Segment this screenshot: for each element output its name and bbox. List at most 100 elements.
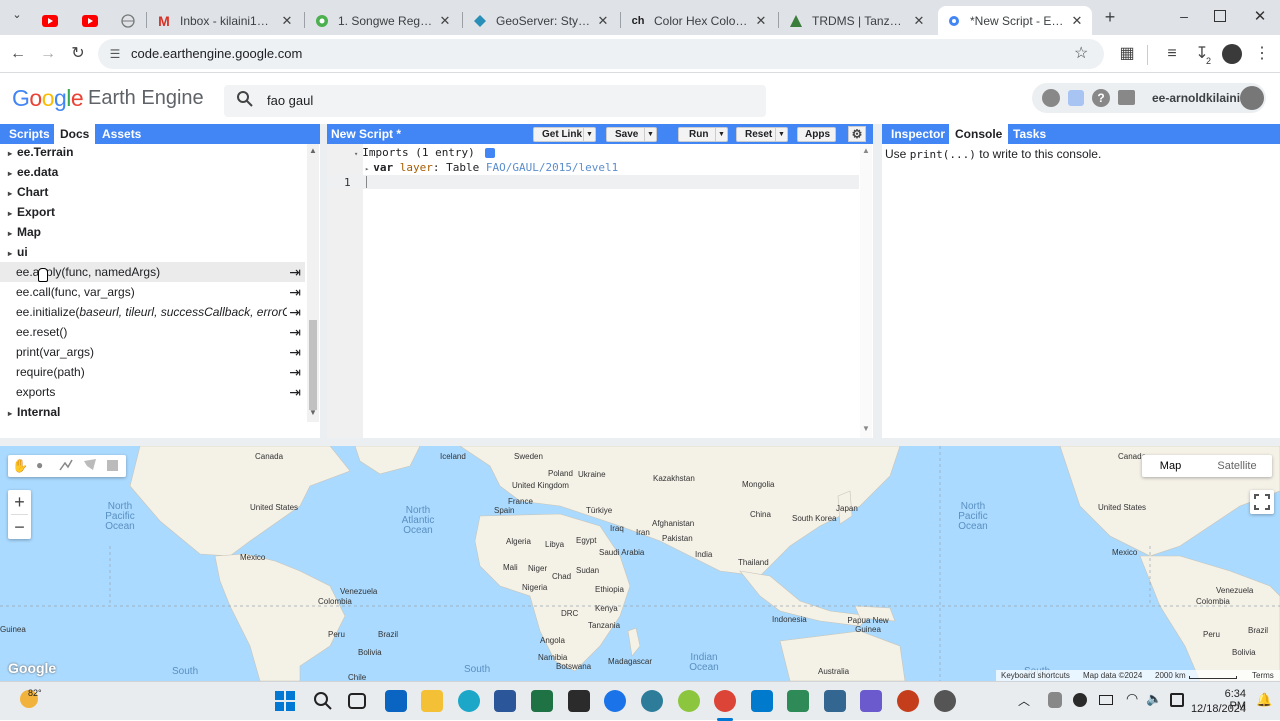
snipping-icon[interactable] [860, 690, 882, 712]
search-box[interactable]: fao gaul [224, 85, 766, 117]
database-icon[interactable] [824, 690, 846, 712]
vscode-icon[interactable] [751, 690, 773, 712]
close-tab-icon[interactable]: ✕ [438, 13, 452, 29]
docs-group[interactable]: ▸ Internal [8, 402, 60, 422]
power-icon[interactable] [1170, 693, 1184, 707]
green-app-icon[interactable] [787, 690, 809, 712]
close-tab-icon[interactable]: ✕ [596, 13, 610, 29]
windows-start-icon[interactable] [274, 690, 296, 712]
code-editor[interactable]: ▾ Imports (1 entry) ▸ var layer: Table FAO… [327, 144, 873, 438]
map-view[interactable]: Canada United States Mexico Venezuela Co… [0, 446, 1280, 681]
tab-docs[interactable]: Docs [54, 124, 96, 144]
docs-scrollbar[interactable]: ▲ ▼ [307, 144, 319, 422]
docs-function[interactable]: ee.initialize(baseurl, tileurl, successC… [0, 302, 305, 322]
dropdown-arrow-icon[interactable]: ▼ [583, 128, 595, 141]
insert-arrow-icon[interactable]: ⇥ [289, 362, 301, 382]
terms-link[interactable]: Terms [1252, 670, 1274, 681]
tab-scripts[interactable]: Scripts [3, 124, 56, 144]
get-link-button[interactable]: Get Link ▼ [533, 127, 596, 142]
docs-group[interactable]: ▸ ee.Terrain [8, 144, 73, 162]
map-type-satellite-button[interactable]: Satellite [1204, 455, 1270, 477]
add-marker-icon[interactable]: ● [36, 458, 43, 472]
imports-table-icon[interactable] [485, 148, 496, 158]
save-button[interactable]: Save ▼ [606, 127, 657, 142]
zoom-out-button[interactable]: − [8, 515, 31, 539]
close-tab-icon[interactable]: ✕ [1070, 13, 1084, 29]
tab-trdms[interactable]: TRDMS | Tanzania Roa ✕ [780, 6, 934, 35]
tab-gmail[interactable]: M Inbox - kilaini1@gmai ✕ [148, 6, 302, 35]
edge-icon[interactable] [458, 690, 480, 712]
task-view-icon[interactable] [348, 693, 366, 709]
tab-search-icon[interactable]: ⌄ [8, 8, 26, 26]
pan-hand-icon[interactable]: ✋ [12, 458, 28, 474]
tray-app-icon[interactable] [1073, 693, 1087, 707]
close-window-icon[interactable]: ✕ [1252, 7, 1268, 25]
notification-bell-icon[interactable]: 🔔 [1256, 692, 1272, 708]
draw-line-icon[interactable] [58, 457, 74, 476]
apps-grid-icon[interactable] [568, 690, 590, 712]
dropdown-arrow-icon[interactable]: ▼ [715, 128, 727, 141]
globe-app-icon[interactable] [641, 690, 663, 712]
settings-app-icon[interactable] [934, 690, 956, 712]
site-info-icon[interactable]: ☰ [106, 45, 124, 63]
docs-group[interactable]: ▸ Map [8, 222, 41, 242]
wifi-icon[interactable]: ◠ [1126, 690, 1138, 707]
battery-icon[interactable] [1099, 695, 1113, 705]
forward-icon[interactable]: → [36, 42, 60, 66]
dropdown-arrow-icon[interactable]: ▼ [644, 128, 656, 141]
chrome-menu-icon[interactable]: ⋮ [1250, 42, 1274, 66]
microphone-icon[interactable] [1048, 692, 1062, 708]
insert-arrow-icon[interactable]: ⇥ [287, 302, 301, 322]
close-tab-icon[interactable]: ✕ [754, 13, 768, 29]
tab-colorhex[interactable]: ch Color Hex Color Code ✕ [622, 6, 776, 35]
draw-rectangle-icon[interactable] [107, 460, 118, 471]
user-avatar[interactable] [1240, 86, 1264, 110]
panel-splitter[interactable] [873, 124, 882, 438]
docs-function[interactable]: print(var_args) ⇥ [0, 342, 305, 362]
docs-function[interactable]: require(path) ⇥ [0, 362, 305, 382]
volume-icon[interactable]: 🔈 [1146, 691, 1162, 707]
tab-youtube-2[interactable] [74, 6, 106, 35]
scroll-up-icon[interactable]: ▲ [862, 146, 870, 155]
scroll-down-icon[interactable]: ▼ [309, 408, 317, 417]
powerpoint-icon[interactable] [897, 690, 919, 712]
profile-avatar[interactable] [1222, 44, 1242, 64]
bookmark-star-icon[interactable]: ☆ [1074, 43, 1088, 63]
tab-songwe[interactable]: 1. Songwe Region - G ✕ [306, 6, 460, 35]
qgis-icon[interactable] [678, 690, 700, 712]
docs-group[interactable]: ▸ Export [8, 202, 55, 222]
insert-arrow-icon[interactable]: ⇥ [289, 322, 301, 342]
restore-icon[interactable] [1214, 10, 1226, 22]
insert-arrow-icon[interactable]: ⇥ [289, 342, 301, 362]
feedback-icon[interactable] [1042, 89, 1060, 107]
import-entry[interactable]: ▸ var layer: Table FAO/GAUL/2015/level1 [365, 161, 618, 174]
scrollbar-thumb[interactable] [309, 320, 317, 410]
reset-button[interactable]: Reset ▼ [736, 127, 788, 142]
run-button[interactable]: Run ▼ [678, 127, 728, 142]
map-type-map-button[interactable]: Map [1142, 455, 1199, 477]
scroll-down-icon[interactable]: ▼ [862, 424, 870, 433]
clock-date[interactable]: 12/18/2024 [1190, 703, 1246, 715]
close-tab-icon[interactable]: ✕ [912, 13, 926, 29]
apps-button[interactable]: Apps [797, 127, 836, 142]
tray-chevron-icon[interactable]: ︿ [1018, 692, 1030, 709]
insert-arrow-icon[interactable]: ⇥ [289, 382, 301, 402]
scroll-up-icon[interactable]: ▲ [309, 146, 317, 155]
word-icon[interactable] [494, 690, 516, 712]
tab-geoserver[interactable]: GeoServer: Style Edito ✕ [464, 6, 618, 35]
tab-console[interactable]: Console [949, 124, 1009, 144]
help-icon[interactable]: ? [1092, 89, 1110, 107]
chrome-icon[interactable] [714, 690, 736, 712]
draw-polygon-icon[interactable] [82, 457, 98, 476]
docs-function[interactable]: exports ⇥ [0, 382, 305, 402]
new-tab-button[interactable]: + [1100, 7, 1120, 27]
back-icon[interactable]: ← [6, 42, 30, 66]
tab-inspector[interactable]: Inspector [885, 124, 951, 144]
close-tab-icon[interactable]: ✕ [280, 13, 294, 29]
address-bar[interactable]: ☰ code.earthengine.google.com ☆ [98, 39, 1104, 69]
outlook-icon[interactable] [385, 690, 407, 712]
docs-function[interactable]: ee.reset() ⇥ [0, 322, 305, 342]
reload-icon[interactable]: ↻ [66, 42, 90, 66]
editor-scrollbar[interactable]: ▲ ▼ [860, 144, 872, 438]
tab-globe[interactable] [112, 6, 144, 35]
